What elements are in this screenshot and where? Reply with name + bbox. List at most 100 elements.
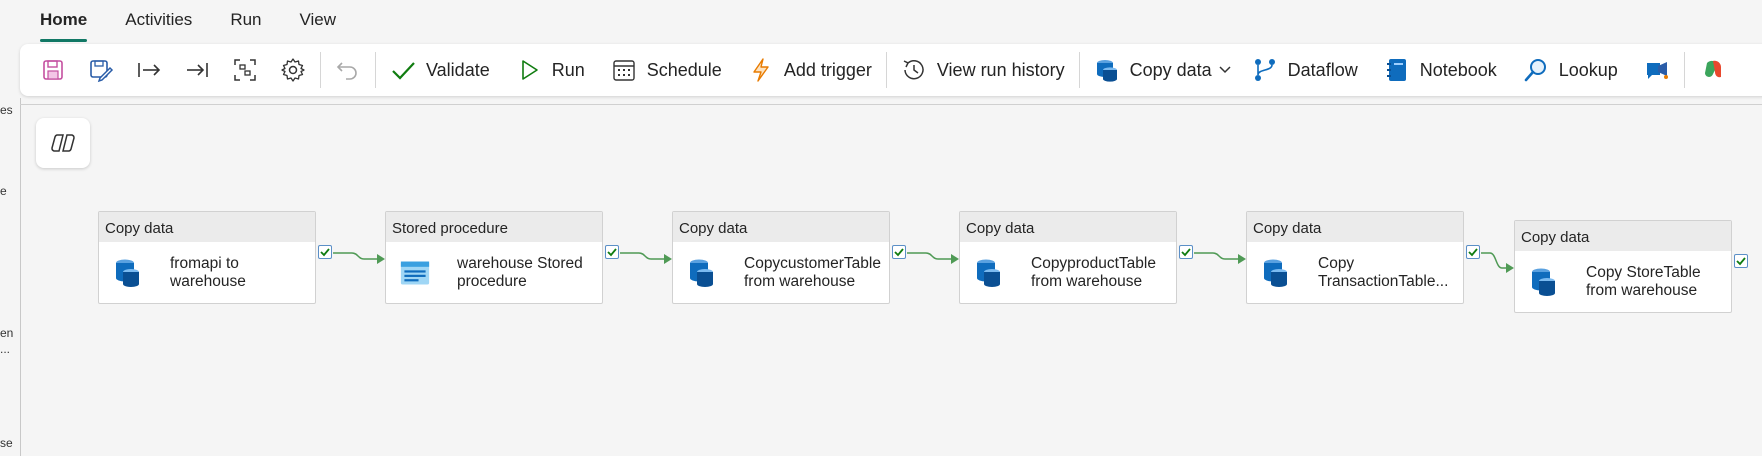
connector-arrow — [377, 254, 385, 264]
auto-layout-icon — [232, 57, 258, 83]
success-output-checkbox[interactable] — [605, 245, 619, 259]
dataflow-icon — [1252, 57, 1278, 83]
stored-procedure-icon — [400, 256, 430, 290]
arrow-to-bar-icon — [184, 57, 210, 83]
tab-home[interactable]: Home — [40, 0, 88, 42]
activity-type: Copy data — [1515, 221, 1731, 251]
validate-button[interactable]: Validate — [390, 50, 490, 90]
activity-name-line: warehouse — [170, 272, 246, 290]
activity-name-line: Copy StoreTable — [1586, 263, 1701, 281]
connector-arrow — [1238, 254, 1246, 264]
success-output-checkbox[interactable] — [318, 245, 332, 259]
activity-name-line: Copy — [1318, 254, 1355, 272]
undo-icon — [335, 57, 361, 83]
search-icon — [1523, 57, 1549, 83]
rail-text: en — [0, 326, 14, 340]
move-to-end-button[interactable] — [184, 50, 210, 90]
activity-type: Stored procedure — [386, 212, 602, 242]
activity-node[interactable]: Copy data CopycustomerTable from warehous… — [672, 211, 890, 304]
schedule-button[interactable]: Schedule — [611, 50, 722, 90]
success-output-checkbox[interactable] — [892, 245, 906, 259]
activity-node[interactable]: Copy data fromapi to warehouse — [98, 211, 316, 304]
checkmark-icon — [1181, 248, 1191, 257]
validate-label: Validate — [426, 59, 490, 80]
save-button[interactable] — [40, 50, 66, 90]
lookup-label: Lookup — [1558, 59, 1618, 80]
toolbar-divider — [320, 52, 321, 88]
rail-text: ... — [0, 342, 11, 356]
ribbon-tabs: Home Activities Run View — [40, 0, 374, 42]
undo-button[interactable] — [335, 50, 361, 90]
add-trigger-button[interactable]: Add trigger — [748, 50, 872, 90]
activity-name-line: procedure — [457, 272, 527, 290]
left-rail: es e en ... se — [0, 98, 21, 456]
calendar-icon — [611, 57, 637, 83]
activity-node[interactable]: Copy data CopyproductTable from warehouse — [959, 211, 1177, 304]
activity-node[interactable]: Stored procedure warehouse Stored procedu… — [385, 211, 603, 304]
activity-name-line: TransactionTable... — [1318, 272, 1449, 290]
tab-activities[interactable]: Activities — [125, 0, 192, 40]
add-trigger-label: Add trigger — [783, 59, 872, 80]
activity-type: Copy data — [1247, 212, 1463, 242]
connector-arrow — [951, 254, 959, 264]
checkmark-icon — [607, 248, 617, 257]
checkmark-icon — [320, 248, 330, 257]
tab-run[interactable]: Run — [230, 0, 261, 40]
rail-text: e — [0, 184, 7, 198]
auto-align-button[interactable] — [232, 50, 258, 90]
activity-type: Copy data — [960, 212, 1176, 242]
notebook-icon — [1384, 57, 1410, 83]
tab-view[interactable]: View — [300, 0, 337, 40]
activity-name-line: from warehouse — [1031, 272, 1143, 290]
history-icon — [901, 57, 927, 83]
teams-activity-button[interactable] — [1644, 50, 1670, 90]
toolbar-divider — [375, 52, 376, 88]
lightning-icon — [748, 57, 774, 83]
connector-line — [1194, 252, 1238, 260]
activity-node[interactable]: Copy data Copy StoreTable from warehouse — [1514, 220, 1732, 313]
arrow-from-bar-icon — [136, 57, 162, 83]
connector-line — [620, 252, 664, 260]
run-label: Run — [551, 59, 585, 80]
view-run-history-label: View run history — [936, 59, 1065, 80]
activity-node[interactable]: Copy data Copy TransactionTable... — [1246, 211, 1464, 304]
database-icon — [1261, 256, 1291, 290]
connector-line — [1481, 252, 1506, 269]
copy-data-label: Copy data — [1129, 59, 1212, 80]
settings-button[interactable] — [280, 50, 306, 90]
connector-arrow — [664, 254, 672, 264]
activity-name-line: CopycustomerTable — [744, 254, 881, 272]
activity-name-line: warehouse Stored — [457, 254, 583, 272]
copilot-button[interactable] — [36, 118, 90, 168]
chevron-down-icon[interactable] — [1216, 57, 1234, 83]
save-as-button[interactable] — [88, 50, 114, 90]
activity-type: Copy data — [99, 212, 315, 242]
notebook-button[interactable]: Notebook — [1384, 50, 1497, 90]
success-output-checkbox[interactable] — [1466, 245, 1480, 259]
view-run-history-button[interactable]: View run history — [901, 50, 1065, 90]
database-icon — [687, 256, 717, 290]
lookup-button[interactable]: Lookup — [1523, 50, 1618, 90]
move-right-button[interactable] — [136, 50, 162, 90]
activity-name-line: CopyproductTable — [1031, 254, 1156, 272]
copilot-icon — [1699, 57, 1725, 83]
success-output-checkbox[interactable] — [1179, 245, 1193, 259]
database-icon — [1094, 57, 1120, 83]
checkmark-icon — [1468, 248, 1478, 257]
canvas-top-border — [20, 104, 1762, 105]
copy-data-button[interactable]: Copy data — [1094, 50, 1234, 90]
checkmark-icon — [1736, 257, 1746, 266]
dataflow-button[interactable]: Dataflow — [1252, 50, 1358, 90]
database-icon — [1529, 265, 1559, 299]
database-icon — [974, 256, 1004, 290]
run-button[interactable]: Run — [516, 50, 585, 90]
activity-name-line: fromapi to — [170, 254, 239, 272]
toolbar-divider — [1683, 52, 1685, 88]
copilot-toolbar-button[interactable] — [1699, 50, 1725, 90]
success-output-checkbox[interactable] — [1734, 254, 1748, 268]
gear-icon — [280, 57, 306, 83]
toolbar-divider — [885, 52, 887, 88]
schedule-label: Schedule — [646, 59, 722, 80]
activity-name-line: from warehouse — [744, 272, 856, 290]
checkmark-icon — [390, 57, 416, 83]
